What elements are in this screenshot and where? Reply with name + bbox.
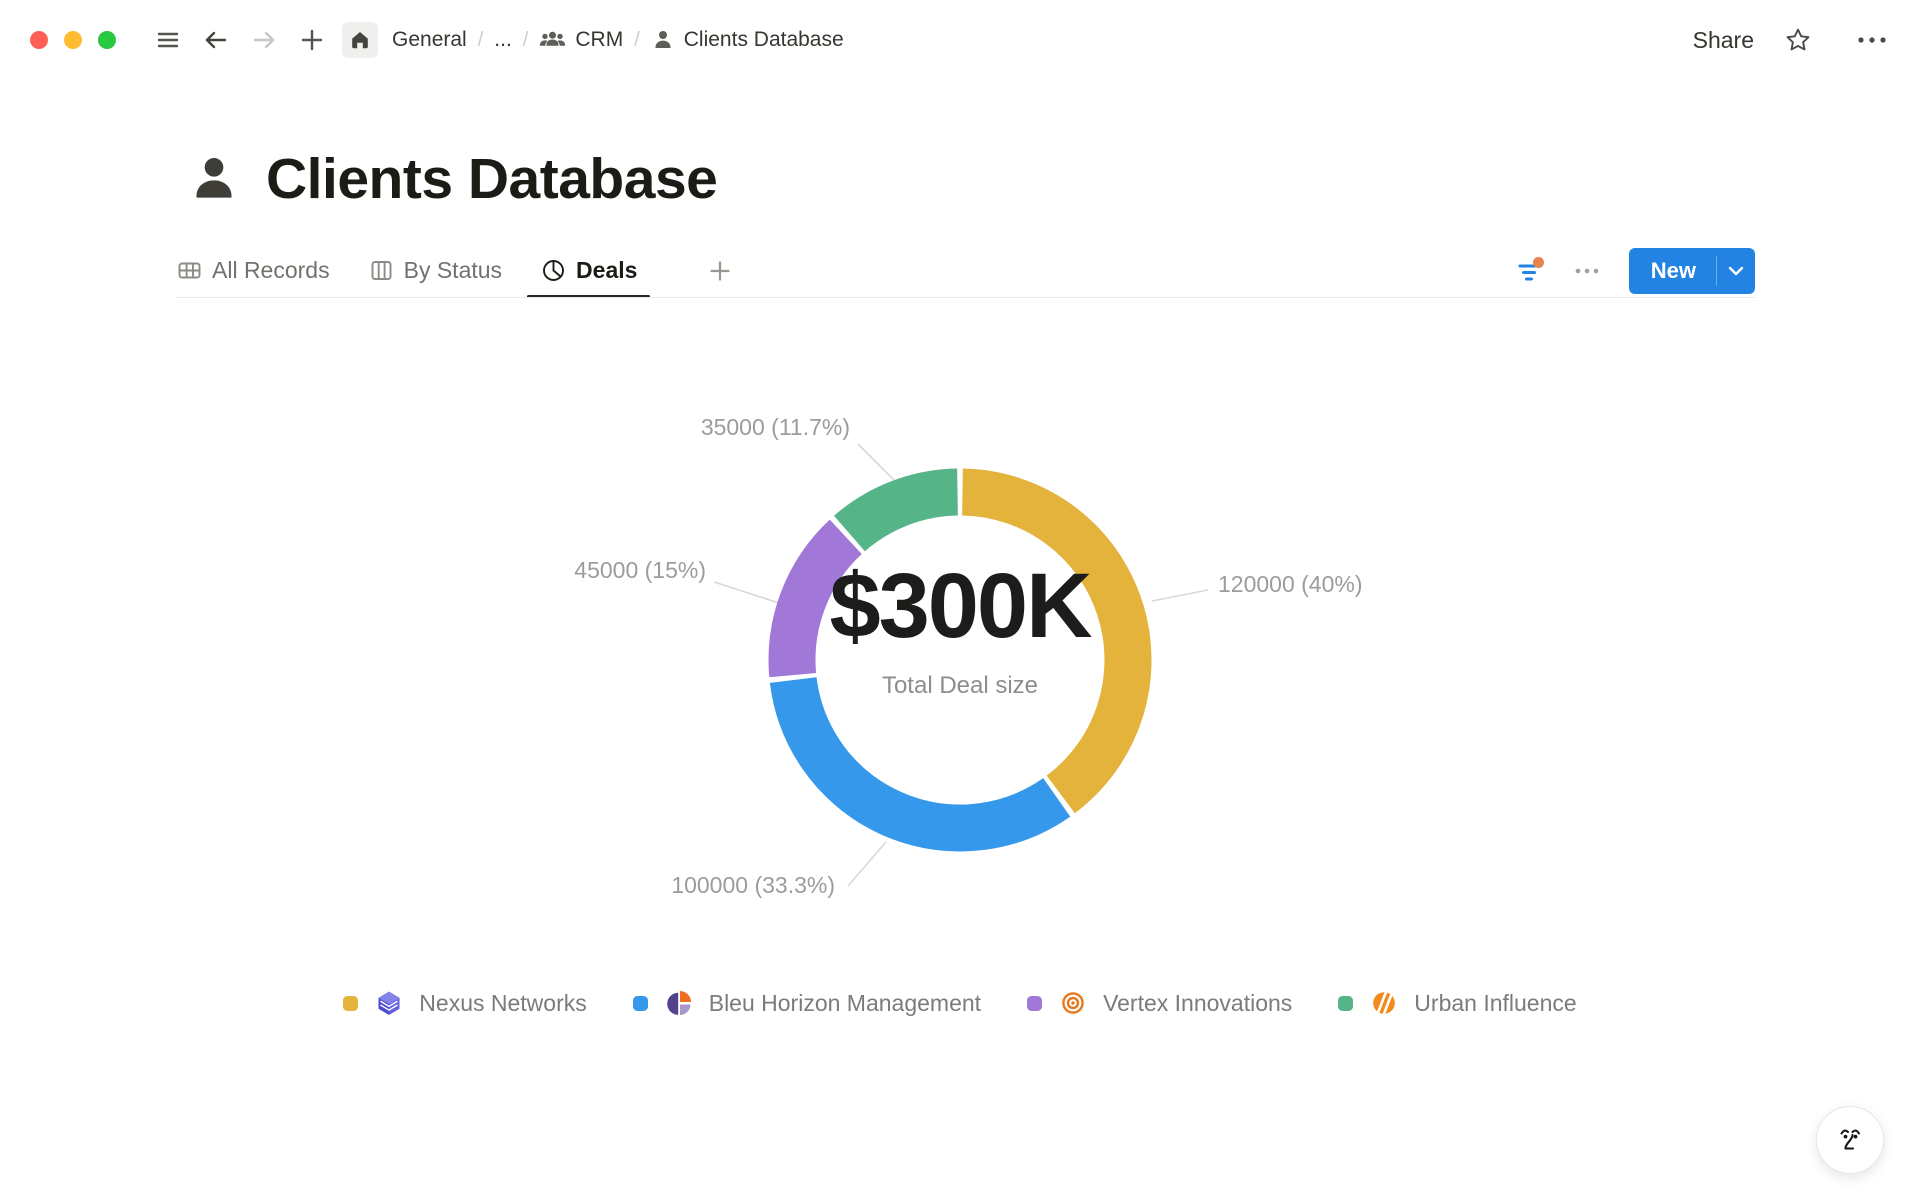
new-button-label: New bbox=[1651, 258, 1696, 284]
tab-by-status[interactable]: By Status bbox=[368, 243, 502, 298]
breadcrumb-item-crm[interactable]: CRM bbox=[539, 28, 623, 52]
legend-label: Vertex Innovations bbox=[1103, 990, 1292, 1017]
new-page-plus-icon[interactable] bbox=[294, 22, 330, 58]
legend-label: Nexus Networks bbox=[419, 990, 586, 1017]
back-arrow-icon[interactable] bbox=[198, 22, 234, 58]
view-options-ellipsis-icon[interactable] bbox=[1569, 253, 1605, 289]
more-options-icon[interactable] bbox=[1854, 22, 1890, 58]
tabs-divider bbox=[176, 297, 1755, 298]
breadcrumb-separator: / bbox=[478, 29, 484, 52]
slice-label-nexus-networks: 120000 (40%) bbox=[1218, 571, 1363, 598]
zoom-window-button[interactable] bbox=[98, 31, 116, 49]
menu-icon[interactable] bbox=[150, 22, 186, 58]
breadcrumb-separator: / bbox=[634, 29, 640, 52]
chevron-down-icon bbox=[1728, 266, 1744, 276]
breadcrumb-item-general[interactable]: General bbox=[392, 28, 467, 52]
board-icon bbox=[368, 257, 395, 284]
breadcrumb-label: ... bbox=[494, 28, 512, 52]
minimize-window-button[interactable] bbox=[64, 31, 82, 49]
legend-item-urban-influence[interactable]: Urban Influence bbox=[1338, 988, 1576, 1018]
add-view-plus-icon[interactable] bbox=[707, 258, 733, 284]
topbar-actions: Share bbox=[1693, 22, 1890, 58]
legend-swatch bbox=[1338, 996, 1353, 1011]
legend-label: Urban Influence bbox=[1414, 990, 1576, 1017]
tab-all-records[interactable]: All Records bbox=[176, 243, 330, 298]
breadcrumb-label: General bbox=[392, 28, 467, 52]
legend-item-nexus-networks[interactable]: Nexus Networks bbox=[343, 988, 586, 1018]
share-button[interactable]: Share bbox=[1693, 27, 1754, 54]
slice-label-vertex-innovations: 45000 (15%) bbox=[470, 557, 706, 584]
forward-arrow-icon[interactable] bbox=[246, 22, 282, 58]
breadcrumb: General / ... / CRM / Clients Database bbox=[392, 28, 844, 52]
table-icon bbox=[176, 257, 203, 284]
legend-label: Bleu Horizon Management bbox=[709, 990, 981, 1017]
tab-label: All Records bbox=[212, 257, 330, 284]
tab-deals[interactable]: Deals bbox=[540, 243, 637, 298]
view-controls: New bbox=[1513, 248, 1755, 294]
home-icon[interactable] bbox=[342, 22, 378, 58]
donut-segment-bleu-horizon-management[interactable] bbox=[793, 680, 1057, 828]
breadcrumb-separator: / bbox=[523, 29, 529, 52]
breadcrumb-item-clients-database[interactable]: Clients Database bbox=[651, 28, 844, 52]
legend-swatch bbox=[633, 996, 648, 1011]
slice-label-bleu-horizon: 100000 (33.3%) bbox=[545, 872, 835, 899]
slice-label-urban-influence: 35000 (11.7%) bbox=[560, 414, 850, 441]
donut-segment-urban-influence[interactable] bbox=[849, 492, 957, 533]
bleu-pie-logo bbox=[664, 988, 694, 1018]
legend-item-vertex-innovations[interactable]: Vertex Innovations bbox=[1027, 988, 1292, 1018]
people-icon bbox=[539, 28, 566, 52]
filter-badge-dot bbox=[1533, 257, 1544, 268]
ai-assistant-button[interactable] bbox=[1816, 1106, 1884, 1174]
close-window-button[interactable] bbox=[30, 31, 48, 49]
donut-segment-nexus-networks[interactable] bbox=[962, 492, 1127, 794]
vertex-rings-logo bbox=[1058, 988, 1088, 1018]
filter-icon[interactable] bbox=[1513, 255, 1545, 287]
legend-item-bleu-horizon[interactable]: Bleu Horizon Management bbox=[633, 988, 981, 1018]
clients-database-page: General / ... / CRM / Clients Database S… bbox=[0, 0, 1920, 1200]
person-icon bbox=[651, 28, 675, 52]
view-tabs-bar: All Records By Status Deals bbox=[176, 243, 1755, 298]
window-topbar: General / ... / CRM / Clients Database S… bbox=[0, 0, 1920, 80]
urban-stripes-logo bbox=[1369, 988, 1399, 1018]
ai-face-icon bbox=[1834, 1123, 1866, 1157]
nexus-cube-logo bbox=[374, 988, 404, 1018]
pie-chart-icon bbox=[540, 257, 567, 284]
breadcrumb-label: Clients Database bbox=[684, 28, 844, 52]
new-record-button[interactable]: New bbox=[1629, 248, 1716, 294]
new-record-button-group: New bbox=[1629, 248, 1755, 294]
chart-legend: Nexus Networks Bleu Horizon Management bbox=[0, 988, 1920, 1018]
legend-swatch bbox=[343, 996, 358, 1011]
breadcrumb-label: CRM bbox=[575, 28, 623, 52]
new-button-dropdown[interactable] bbox=[1717, 248, 1755, 294]
tab-label: Deals bbox=[576, 257, 637, 284]
page-title: Clients Database bbox=[266, 146, 717, 212]
window-controls bbox=[30, 31, 116, 49]
view-tabs: All Records By Status Deals bbox=[176, 243, 733, 298]
page-header: Clients Database bbox=[186, 146, 717, 212]
donut-segment-vertex-innovations[interactable] bbox=[792, 537, 846, 675]
tab-label: By Status bbox=[404, 257, 502, 284]
donut-chart bbox=[760, 460, 1160, 860]
legend-swatch bbox=[1027, 996, 1042, 1011]
person-icon[interactable] bbox=[186, 151, 242, 207]
favorite-star-icon[interactable] bbox=[1780, 22, 1816, 58]
breadcrumb-item-ellipsis[interactable]: ... bbox=[494, 28, 512, 52]
